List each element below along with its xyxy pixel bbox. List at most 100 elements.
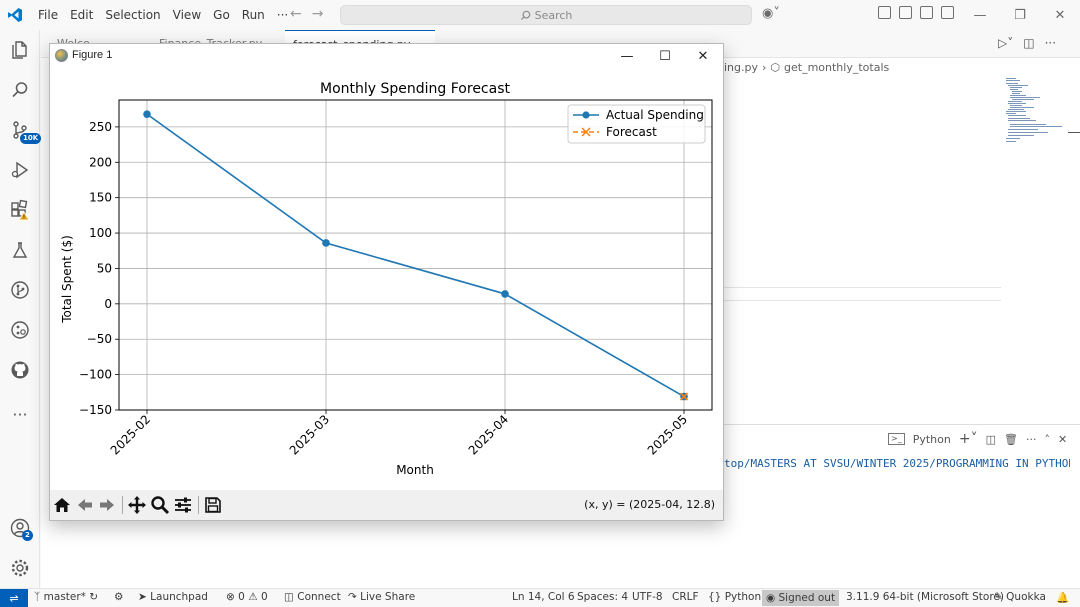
toggle-secondary-sidebar-icon[interactable] (941, 6, 954, 19)
copilot-icon[interactable]: ◉˅ (762, 6, 780, 21)
configure-subplots-icon[interactable] (172, 494, 194, 516)
symbol-method-icon: ⬡ (770, 61, 781, 74)
indentation[interactable]: Spaces: 4 (577, 591, 628, 603)
error-icon: ⊗ (226, 591, 235, 603)
legend-label-forecast: Forecast (606, 125, 657, 139)
forward-icon[interactable] (96, 494, 118, 516)
zoom-icon[interactable] (149, 494, 171, 516)
branch-status[interactable]: ᛉ master* ↻ (34, 591, 98, 603)
chart-title: Monthly Spending Forecast (320, 81, 511, 97)
notifications-bell-icon[interactable]: 🔔 (1056, 591, 1069, 604)
copilot-status-icon: ◉ (766, 592, 776, 604)
minimize-icon[interactable]: — (960, 0, 1000, 30)
explorer-icon[interactable] (0, 30, 40, 70)
github-icon[interactable] (0, 350, 40, 390)
figure-window[interactable]: Figure 1 — ☐ ✕ 250 200 150 100 50 0 −50 −100 −15… (49, 43, 724, 521)
axes-frame (118, 99, 713, 411)
live-share-icon: ↷ (348, 591, 357, 603)
menu-go[interactable]: Go (207, 0, 236, 30)
status-bar: ⇌ ᛉ master* ↻ ⚙ ➤ Launchpad ⊗ 0 ⚠ 0 ◫ Co… (0, 588, 1080, 607)
terminal-icon: >_ (888, 433, 905, 445)
layout-controls (878, 6, 954, 19)
figure-maximize-icon[interactable]: ☐ (646, 44, 684, 68)
connect-status[interactable]: ◫ Connect (284, 591, 341, 603)
command-center-search[interactable]: Search (340, 5, 752, 25)
python-interpreter[interactable]: 3.11.9 64-bit (Microsoft Store) (846, 591, 1004, 603)
more-views-icon[interactable]: ··· (0, 394, 40, 434)
customize-layout-icon[interactable] (878, 6, 891, 19)
figure-canvas[interactable]: 250 200 150 100 50 0 −50 −100 −150 2025-02 2025-0… (50, 68, 723, 490)
y-tick-label: 250 (89, 120, 112, 134)
figure-toolbar: (x, y) = (2025-04, 12.8) (50, 490, 723, 520)
menu-selection[interactable]: Selection (99, 0, 166, 30)
language-mode[interactable]: {} Python (708, 591, 761, 603)
home-icon[interactable] (51, 494, 73, 516)
encoding[interactable]: UTF-8 (632, 591, 663, 603)
pan-icon[interactable] (126, 494, 148, 516)
minimap[interactable] (1000, 76, 1070, 146)
terminal-name[interactable]: Python (913, 433, 951, 446)
new-terminal-icon[interactable]: +˅ (959, 431, 978, 447)
figure-close-icon[interactable]: ✕ (684, 44, 722, 68)
back-icon[interactable] (74, 494, 96, 516)
extensions-icon[interactable]: ! (0, 190, 40, 230)
split-editor-icon[interactable]: ◫ (1023, 36, 1034, 50)
menu-file[interactable]: File (32, 0, 64, 30)
y-tick-label: 150 (89, 191, 112, 205)
copilot-status[interactable]: ◉ Signed out (762, 590, 840, 606)
breadcrumb-file[interactable]: ing.py (724, 61, 758, 74)
save-icon[interactable] (202, 494, 224, 516)
x-axis-label: Month (396, 463, 434, 477)
menu-view[interactable]: View (167, 0, 207, 30)
manage-gear-icon[interactable] (0, 548, 40, 588)
menu-edit[interactable]: Edit (64, 0, 99, 30)
back-arrow-icon[interactable]: ← (290, 6, 302, 22)
x-tick-label: 2025-04 (466, 412, 511, 457)
close-icon[interactable]: ✕ (1040, 0, 1080, 30)
live-share-status[interactable]: ↷ Live Share (348, 591, 415, 603)
accounts-icon[interactable]: 2 (0, 508, 40, 548)
menu-run[interactable]: Run (236, 0, 271, 30)
panel-more-icon[interactable]: ··· (1026, 433, 1037, 446)
figure-minimize-icon[interactable]: — (608, 44, 646, 68)
quokka-status[interactable]: ✎ Quokka (994, 591, 1046, 603)
toggle-panel-icon[interactable] (920, 6, 933, 19)
more-actions-icon[interactable]: ··· (1045, 36, 1056, 50)
trash-icon[interactable]: 🗑 (1004, 433, 1018, 446)
source-control-icon[interactable]: 10K (0, 110, 42, 150)
cursor-position[interactable]: Ln 14, Col 6 (512, 591, 575, 603)
run-python-file-icon[interactable]: ▷˅ (998, 36, 1013, 50)
search-icon (520, 10, 530, 20)
git-graph-icon[interactable] (0, 270, 40, 310)
data-point-actual (322, 239, 330, 247)
run-debug-icon[interactable] (0, 150, 40, 190)
toolbar-separator (198, 496, 199, 514)
remote-status-icon[interactable]: ⚙ (114, 591, 123, 603)
problems-status[interactable]: ⊗ 0 ⚠ 0 (226, 591, 268, 603)
split-terminal-icon[interactable]: ◫ (986, 433, 996, 446)
minimap-slider[interactable] (1068, 132, 1080, 133)
breadcrumb: ing.py › ⬡ get_monthly_totals (724, 61, 889, 74)
launchpad-status[interactable]: ➤ Launchpad (138, 591, 208, 603)
figure-title-bar[interactable]: Figure 1 — ☐ ✕ (50, 44, 723, 68)
history-nav: ← → (290, 6, 323, 22)
end-of-line[interactable]: CRLF (672, 591, 699, 603)
restore-icon[interactable]: ❐ (1000, 0, 1040, 30)
chevron-right-icon: › (762, 61, 767, 74)
toggle-primary-sidebar-icon[interactable] (899, 6, 912, 19)
testing-flask-icon[interactable] (0, 230, 40, 270)
remote-explorer-icon[interactable] (0, 310, 40, 350)
terminal-output[interactable]: top/MASTERS AT SVSU/WINTER 2025/PROGRAMM… (724, 457, 1070, 470)
terminal-actions: >_ Python +˅ ◫ 🗑 ··· ˄ ✕ (888, 431, 1067, 447)
forward-arrow-icon[interactable]: → (312, 6, 324, 22)
matplotlib-logo-icon (55, 49, 68, 62)
maximize-panel-icon[interactable]: ˄ (1044, 433, 1050, 446)
legend: Actual Spending Forecast (567, 104, 706, 144)
breadcrumb-symbol[interactable]: get_monthly_totals (784, 61, 889, 74)
search-view-icon[interactable] (0, 70, 40, 110)
close-panel-icon[interactable]: ✕ (1058, 433, 1067, 446)
title-bar: File Edit Selection View Go Run ··· ← → … (0, 0, 1080, 30)
remote-indicator-icon[interactable]: ⇌ (0, 589, 28, 607)
signed-out-label: Signed out (778, 592, 836, 604)
line-chart[interactable]: 250200150100500−50−100−150 2025-02 2025-0… (50, 68, 723, 490)
